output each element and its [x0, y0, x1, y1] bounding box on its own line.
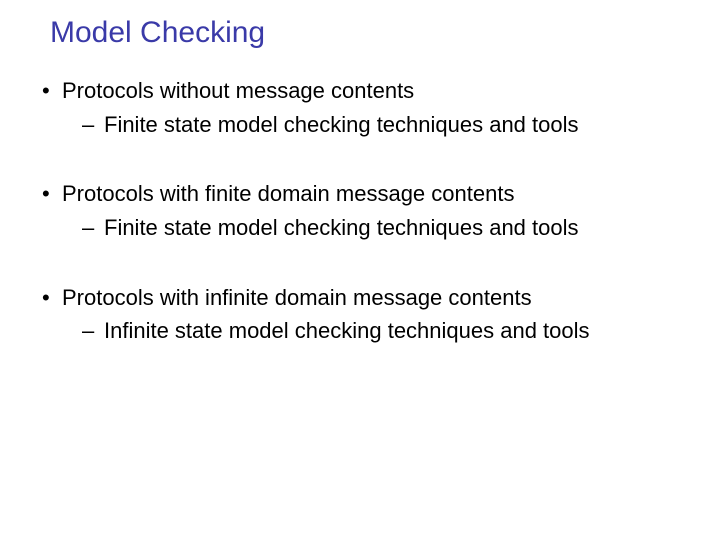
list-item-text: Protocols without message contents — [62, 78, 414, 103]
sub-list-item-text: Finite state model checking techniques a… — [104, 112, 579, 137]
list-item: Protocols without message contents Finit… — [38, 76, 692, 139]
sub-list-item: Finite state model checking techniques a… — [82, 213, 692, 243]
sub-list-item-text: Infinite state model checking techniques… — [104, 318, 590, 343]
sub-list-item-text: Finite state model checking techniques a… — [104, 215, 579, 240]
list-item: Protocols with finite domain message con… — [38, 179, 692, 242]
bullet-list: Protocols without message contents Finit… — [38, 76, 692, 346]
list-item: Protocols with infinite domain message c… — [38, 283, 692, 346]
sub-list: Finite state model checking techniques a… — [82, 110, 692, 140]
sub-list-item: Infinite state model checking techniques… — [82, 316, 692, 346]
list-item-text: Protocols with infinite domain message c… — [62, 285, 532, 310]
sub-list: Finite state model checking techniques a… — [82, 213, 692, 243]
slide-title: Model Checking — [50, 16, 692, 50]
list-item-text: Protocols with finite domain message con… — [62, 181, 514, 206]
sub-list-item: Finite state model checking techniques a… — [82, 110, 692, 140]
sub-list: Infinite state model checking techniques… — [82, 316, 692, 346]
slide: Model Checking Protocols without message… — [0, 0, 720, 540]
